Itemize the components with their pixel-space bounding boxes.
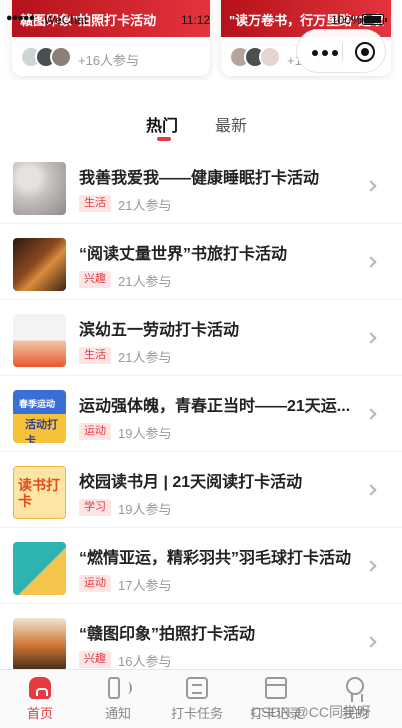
watermark: CSDN @CC同学呀 — [251, 704, 371, 720]
activity-title: 校园读书月 | 21天阅读打卡活动 — [79, 474, 303, 491]
joined-count: 21人参与 — [118, 350, 172, 365]
activity-thumbnail: 春季运动 活动打卡 — [13, 390, 66, 443]
activity-list: 我善我爱我——健康睡眠打卡活动 生活 21人参与 “阅读丈量世界”书旅打卡活动 … — [0, 148, 402, 680]
capsule-divider — [342, 43, 343, 61]
task-icon — [186, 677, 208, 699]
avatar — [50, 46, 72, 68]
tab-active-indicator — [157, 137, 171, 141]
category-tag: 生活 — [79, 347, 111, 364]
joined-count: 21人参与 — [118, 198, 172, 213]
nav-checkin-tasks[interactable]: 打卡任务 — [157, 670, 237, 728]
category-tag: 兴趣 — [79, 651, 111, 668]
battery-icon — [362, 14, 387, 25]
chevron-right-icon — [365, 332, 377, 344]
activity-thumbnail: 读书打卡 — [13, 466, 66, 519]
more-icon[interactable] — [312, 50, 338, 56]
category-tag: 学习 — [79, 499, 111, 516]
category-tag: 运动 — [79, 423, 111, 440]
activity-title: “燃情亚运，精彩羽共”羽毛球打卡活动 — [79, 550, 352, 567]
battery-percent: 100% — [331, 13, 362, 27]
participant-avatars — [20, 46, 72, 68]
joined-count: 17人参与 — [118, 578, 172, 593]
category-tag: 生活 — [79, 195, 111, 212]
chevron-right-icon — [365, 636, 377, 648]
activity-thumbnail — [13, 314, 66, 367]
category-tag: 兴趣 — [79, 271, 111, 288]
chevron-right-icon — [365, 256, 377, 268]
nav-label: 通知 — [104, 706, 131, 721]
participant-avatars — [229, 46, 281, 68]
tab-latest[interactable]: 最新 — [215, 112, 247, 136]
joined-count: 19人参与 — [118, 426, 172, 441]
speaker-icon — [108, 677, 132, 699]
miniprogram-capsule — [296, 29, 386, 73]
list-item[interactable]: 读书打卡 校园读书月 | 21天阅读打卡活动 学习 19人参与 — [0, 452, 402, 528]
thumbnail-text: 读书打卡 — [18, 477, 60, 509]
thumbnail-text: 活动打卡 — [25, 419, 58, 443]
activity-title: “赣图印象”拍照打卡活动 — [79, 626, 256, 643]
clock: 11:12 — [181, 13, 211, 27]
tab-hot[interactable]: 热门 — [146, 112, 178, 136]
chevron-right-icon — [365, 560, 377, 572]
avatar — [259, 46, 281, 68]
participant-count: +16人参与 — [78, 53, 140, 68]
activity-title: 我善我爱我——健康睡眠打卡活动 — [79, 170, 320, 187]
list-item[interactable]: “阅读丈量世界”书旅打卡活动 兴趣 21人参与 — [0, 224, 402, 300]
chevron-right-icon — [365, 408, 377, 420]
joined-count: 16人参与 — [118, 654, 172, 669]
list-item[interactable]: 春季运动 活动打卡 运动强体魄，青春正当时——21天运... 运动 19人参与 — [0, 376, 402, 452]
category-tag: 运动 — [79, 575, 111, 592]
activity-title: “阅读丈量世界”书旅打卡活动 — [79, 246, 288, 263]
activity-thumbnail — [13, 162, 66, 215]
activity-thumbnail — [13, 238, 66, 291]
chevron-right-icon — [365, 180, 377, 192]
activity-title: 滨幼五一劳动打卡活动 — [79, 322, 240, 339]
nav-label: 打卡任务 — [170, 706, 223, 721]
thumbnail-text: 春季运动 — [19, 399, 56, 409]
chevron-right-icon — [365, 484, 377, 496]
activity-thumbnail — [13, 542, 66, 595]
activity-tabs: 热门 最新 — [0, 112, 402, 146]
signal-icon: ●●●●● — [6, 12, 35, 24]
joined-count: 21人参与 — [118, 274, 172, 289]
list-item[interactable]: 滨幼五一劳动打卡活动 生活 21人参与 — [0, 300, 402, 376]
list-item[interactable]: 我善我爱我——健康睡眠打卡活动 生活 21人参与 — [0, 148, 402, 224]
close-miniprogram-icon[interactable] — [355, 42, 375, 62]
home-icon — [29, 677, 51, 699]
calendar-icon — [265, 677, 287, 699]
nav-home[interactable]: 首页 — [0, 670, 80, 728]
joined-count: 19人参与 — [118, 502, 172, 517]
carrier-label: WeChat — [44, 13, 88, 27]
activity-title: 运动强体魄，青春正当时——21天运... — [79, 398, 351, 415]
nav-notifications[interactable]: 通知 — [78, 670, 158, 728]
activity-thumbnail — [13, 618, 66, 671]
list-item[interactable]: “燃情亚运，精彩羽共”羽毛球打卡活动 运动 17人参与 — [0, 528, 402, 604]
nav-label: 首页 — [26, 706, 53, 721]
medal-icon — [346, 677, 364, 702]
